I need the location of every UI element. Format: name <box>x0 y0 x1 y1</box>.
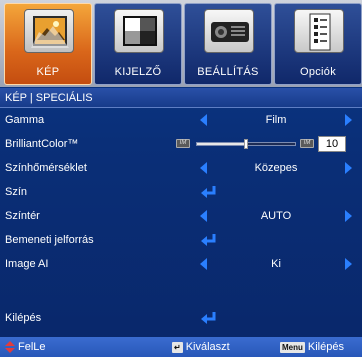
arrow-right-icon[interactable] <box>345 210 352 222</box>
projector-icon <box>204 9 254 53</box>
slider-handle[interactable] <box>244 139 248 149</box>
menu-row-szin[interactable]: Szín <box>0 180 362 204</box>
tab-kijelzo[interactable]: KIJELZŐ <box>94 3 182 85</box>
arrow-left-icon[interactable] <box>200 210 207 222</box>
tab-label: BEÁLLÍTÁS <box>197 66 259 78</box>
badge-icon: IM <box>300 139 314 148</box>
tab-label: Opciók <box>299 66 337 78</box>
hint-updown: FelLe <box>5 337 46 357</box>
row-label: Kilépés <box>5 312 42 324</box>
row-label: BrilliantColor™ <box>5 138 79 150</box>
tab-beallitas[interactable]: BEÁLLÍTÁS <box>184 3 272 85</box>
menu-row-brilliantcolor[interactable]: BrilliantColor™ IM IM 10 <box>0 132 362 156</box>
slider-fill <box>197 143 246 145</box>
tab-bar: KÉP KIJELZŐ BEÁLLÍTÁS Opciók <box>0 0 362 87</box>
arrow-left-icon[interactable] <box>200 114 207 126</box>
hint-label: Kilépés <box>307 341 344 353</box>
menu-row-szinhomerseklet[interactable]: Színhőmérséklet Közepes <box>0 156 362 180</box>
enter-icon[interactable] <box>200 310 218 326</box>
row-label: Szín <box>5 186 28 198</box>
tab-label: KIJELZŐ <box>114 66 162 78</box>
enter-key-icon: ↵ <box>172 341 183 353</box>
menu-row-imageai[interactable]: Image AI Ki <box>0 252 362 276</box>
row-label: Színtér <box>5 210 40 222</box>
hint-menu: Menu Kilépés <box>280 337 344 357</box>
picture-icon <box>24 9 74 53</box>
options-icon <box>294 9 344 53</box>
tab-opciok[interactable]: Opciók <box>274 3 362 85</box>
hint-label: Kiválaszt <box>185 341 230 353</box>
tab-kep[interactable]: KÉP <box>4 3 92 85</box>
arrow-right-icon[interactable] <box>345 258 352 270</box>
menu-row-gamma[interactable]: Gamma Film <box>0 108 362 132</box>
arrow-right-icon[interactable] <box>345 162 352 174</box>
menu-row-szinter[interactable]: Színtér AUTO <box>0 204 362 228</box>
row-label: Gamma <box>5 114 45 126</box>
row-value: Ki <box>271 258 281 270</box>
enter-icon[interactable] <box>200 232 218 248</box>
osd-menu: KÉP KIJELZŐ BEÁLLÍTÁS Opciók KÉP | SPECI… <box>0 0 362 357</box>
value-box: 10 <box>318 136 346 152</box>
hint-label: FelLe <box>18 341 46 353</box>
breadcrumb: KÉP | SPECIÁLIS <box>0 88 362 108</box>
row-value: Közepes <box>254 162 298 174</box>
arrow-right-icon[interactable] <box>345 114 352 126</box>
menu-row-bemeneti[interactable]: Bemeneti jelforrás <box>0 228 362 252</box>
tab-label: KÉP <box>36 66 60 78</box>
footer-hint-bar: FelLe ↵ Kiválaszt Menu Kilépés <box>0 337 362 357</box>
badge-icon: IM <box>176 139 190 148</box>
row-value: Film <box>265 114 287 126</box>
row-label: Image AI <box>5 258 49 270</box>
up-down-arrows-icon <box>5 341 15 354</box>
row-value: AUTO <box>260 210 292 222</box>
menu-key-icon: Menu <box>280 341 305 353</box>
display-icon <box>114 9 164 53</box>
arrow-left-icon[interactable] <box>200 258 207 270</box>
row-label: Színhőmérséklet <box>5 162 87 174</box>
brilliantcolor-slider[interactable] <box>196 139 296 149</box>
arrow-left-icon[interactable] <box>200 162 207 174</box>
row-label: Bemeneti jelforrás <box>5 234 94 246</box>
menu-row-kilepes[interactable]: Kilépés <box>0 306 362 330</box>
enter-icon[interactable] <box>200 184 218 200</box>
hint-enter: ↵ Kiválaszt <box>172 337 230 357</box>
